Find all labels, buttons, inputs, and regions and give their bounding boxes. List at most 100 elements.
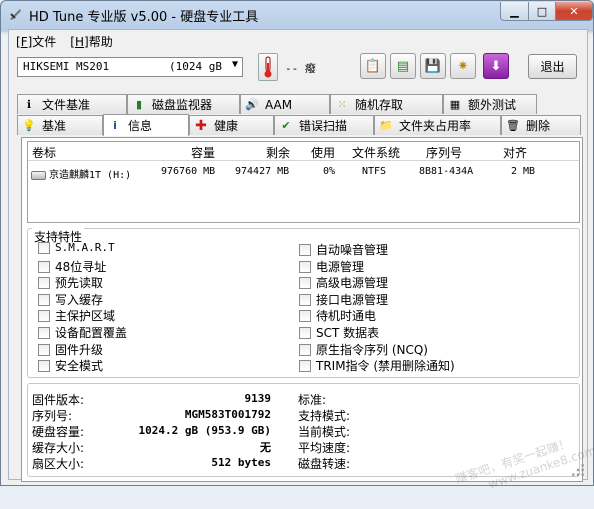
cell-free: 974427 MB — [235, 166, 290, 177]
checkbox — [38, 293, 50, 306]
tab-folder-usage[interactable]: 📁 文件夹占用率 — [374, 115, 501, 135]
temperature-readout: -- 癈 — [285, 62, 316, 75]
copy-info-button[interactable]: 📋 — [360, 53, 386, 79]
checkbox — [38, 276, 50, 289]
tab-random-access[interactable]: ⁙ 随机存取 — [330, 94, 443, 114]
checkbox — [299, 326, 311, 339]
settings-icon: ✷ — [457, 58, 469, 74]
hdtune-app-icon — [10, 9, 21, 20]
feature-trim: TRIM指令 (禁用删除通知) — [299, 357, 455, 374]
feature-aam: 自动噪音管理 — [299, 241, 388, 258]
feature-power-management: 电源管理 — [299, 258, 364, 275]
tab-extra-tests[interactable]: ▦ 额外测试 — [443, 94, 537, 114]
feature-power-up-standby: 待机时通电 — [299, 307, 376, 324]
info-icon: i — [113, 119, 117, 132]
checkbox — [299, 359, 311, 372]
close-button[interactable]: ✕ — [555, 2, 593, 21]
cell-filesystem: NTFS — [362, 166, 387, 177]
minimize-button[interactable]: ▁ — [500, 2, 529, 21]
checkbox — [299, 260, 311, 273]
tab-row-top: ℹ 文件基准 ▮ 磁盘监视器 🔊 AAM ⁙ 随机存取 ▦ 额外测试 — [17, 94, 537, 115]
health-cross-icon: ✚ — [195, 117, 207, 134]
buffer-label: 缓存大小: — [32, 441, 85, 455]
col-volume[interactable]: 卷标 — [32, 144, 56, 161]
col-filesystem[interactable]: 文件系统 — [352, 144, 400, 161]
error-scan-icon: ✔ — [281, 119, 291, 132]
cell-alignment: 2 MB — [511, 166, 536, 177]
close-icon: ✕ — [569, 4, 579, 18]
col-used[interactable]: 使用 — [311, 144, 335, 161]
download-icon: ⬇ — [490, 58, 502, 74]
maximize-button[interactable]: □ — [528, 2, 556, 21]
checkbox — [38, 343, 50, 356]
copy-all-button[interactable]: ▤ — [390, 53, 416, 79]
checkbox — [299, 293, 311, 306]
table-header: 卷标 容量 剩余 使用 文件系统 序列号 对齐 — [28, 142, 579, 161]
cell-volume: 京造麒麟1T (H:) — [31, 166, 131, 181]
tab-file-benchmark[interactable]: ℹ 文件基准 — [17, 94, 127, 114]
current-mode-label: 当前模式: — [298, 425, 351, 439]
col-capacity[interactable]: 容量 — [191, 144, 215, 161]
col-alignment[interactable]: 对齐 — [503, 144, 527, 161]
thermometer-icon — [258, 53, 278, 81]
info-icon: ℹ — [26, 98, 32, 111]
checkbox — [38, 326, 50, 339]
menu-help[interactable]: [H]帮助 — [70, 33, 112, 50]
speaker-icon: 🔊 — [245, 98, 259, 111]
download-button[interactable]: ⬇ — [483, 53, 509, 79]
dropdown-arrow-icon[interactable]: ▼ — [232, 59, 238, 70]
random-access-icon: ⁙ — [337, 98, 347, 111]
tab-disk-monitor[interactable]: ▮ 磁盘监视器 — [127, 94, 240, 114]
sector-value: 512 bytes — [211, 456, 271, 469]
options-button[interactable]: ✷ — [450, 53, 476, 79]
exit-button[interactable]: 退出 — [528, 54, 577, 79]
cell-used: 0% — [323, 166, 336, 177]
maximize-icon: □ — [536, 4, 548, 18]
menu-bar: [F]文件 [H]帮助 — [16, 33, 113, 50]
feature-firmware-upgrade: 固件升级 — [38, 341, 103, 358]
save-icon: 💾 — [424, 58, 442, 74]
trash-icon: 🗑 — [506, 119, 520, 132]
serial-value: MGM583T001792 — [184, 408, 271, 421]
tab-benchmark[interactable]: 💡 基准 — [17, 115, 103, 135]
tab-info[interactable]: i 信息 — [103, 114, 189, 136]
feature-write-cache: 写入缓存 — [38, 291, 103, 308]
folder-icon: 📁 — [379, 119, 393, 132]
checkbox — [299, 309, 311, 322]
checkbox — [299, 243, 311, 256]
resize-grip-icon[interactable] — [571, 463, 585, 477]
save-button[interactable]: 💾 — [420, 53, 446, 79]
feature-apm: 高级电源管理 — [299, 274, 388, 291]
app-window: HD Tune 专业版 v5.00 - 硬盘专业工具 ▁ □ ✕ [F]文件 [… — [0, 0, 594, 491]
info-panel: 卷标 容量 剩余 使用 文件系统 序列号 对齐 京造麒麟1T (H:) 9767… — [21, 137, 583, 482]
menu-file[interactable]: [F]文件 — [16, 33, 56, 50]
copy-icon: 📋 — [364, 58, 382, 74]
capacity-label: 硬盘容量: — [32, 425, 85, 439]
tab-aam[interactable]: 🔊 AAM — [240, 94, 330, 114]
tab-error-scan[interactable]: ✔ 错误扫描 — [274, 115, 374, 135]
checkbox — [38, 309, 50, 322]
checkbox — [38, 359, 50, 372]
checkbox — [38, 241, 50, 254]
toolbar: HIKSEMI MS201 (1024 gB ▼ -- 癈 📋 ▤ 💾 ✷ ⬇ … — [9, 52, 587, 86]
table-row[interactable]: 京造麒麟1T (H:) 976760 MB 974427 MB 0% NTFS … — [28, 164, 579, 181]
feature-security-mode: 安全模式 — [38, 357, 103, 374]
tab-health[interactable]: ✚ 健康 — [189, 115, 274, 135]
tab-erase[interactable]: 🗑 删除 — [501, 115, 581, 135]
capacity-value: 1024.2 gB (953.9 GB) — [138, 424, 271, 437]
rotation-speed-label: 磁盘转速: — [298, 457, 351, 471]
col-free[interactable]: 剩余 — [266, 144, 290, 161]
drive-select[interactable]: HIKSEMI MS201 (1024 gB ▼ — [17, 57, 243, 77]
title-bar[interactable]: HD Tune 专业版 v5.00 - 硬盘专业工具 ▁ □ ✕ — [1, 1, 593, 27]
drive-capacity: (1024 gB — [169, 60, 222, 73]
main-client: [F]文件 [H]帮助 HIKSEMI MS201 (1024 gB ▼ -- … — [8, 29, 594, 491]
drive-icon — [31, 170, 46, 180]
cell-capacity: 976760 MB — [161, 166, 216, 177]
col-serial[interactable]: 序列号 — [426, 144, 462, 161]
tab-row-bottom: 💡 基准 i 信息 ✚ 健康 ✔ 错误扫描 📁 文件夹占用率 🗑 删除 — [17, 114, 581, 136]
features-group: 支持特性 S.M.A.R.T 48位寻址 预先读取 写入缓存 主保护区域 设备配… — [27, 228, 580, 378]
firmware-value: 9139 — [244, 392, 272, 405]
copy-green-icon: ▤ — [396, 58, 410, 74]
feature-sct-tables: SCT 数据表 — [299, 324, 379, 341]
standard-label: 标准: — [298, 393, 327, 407]
